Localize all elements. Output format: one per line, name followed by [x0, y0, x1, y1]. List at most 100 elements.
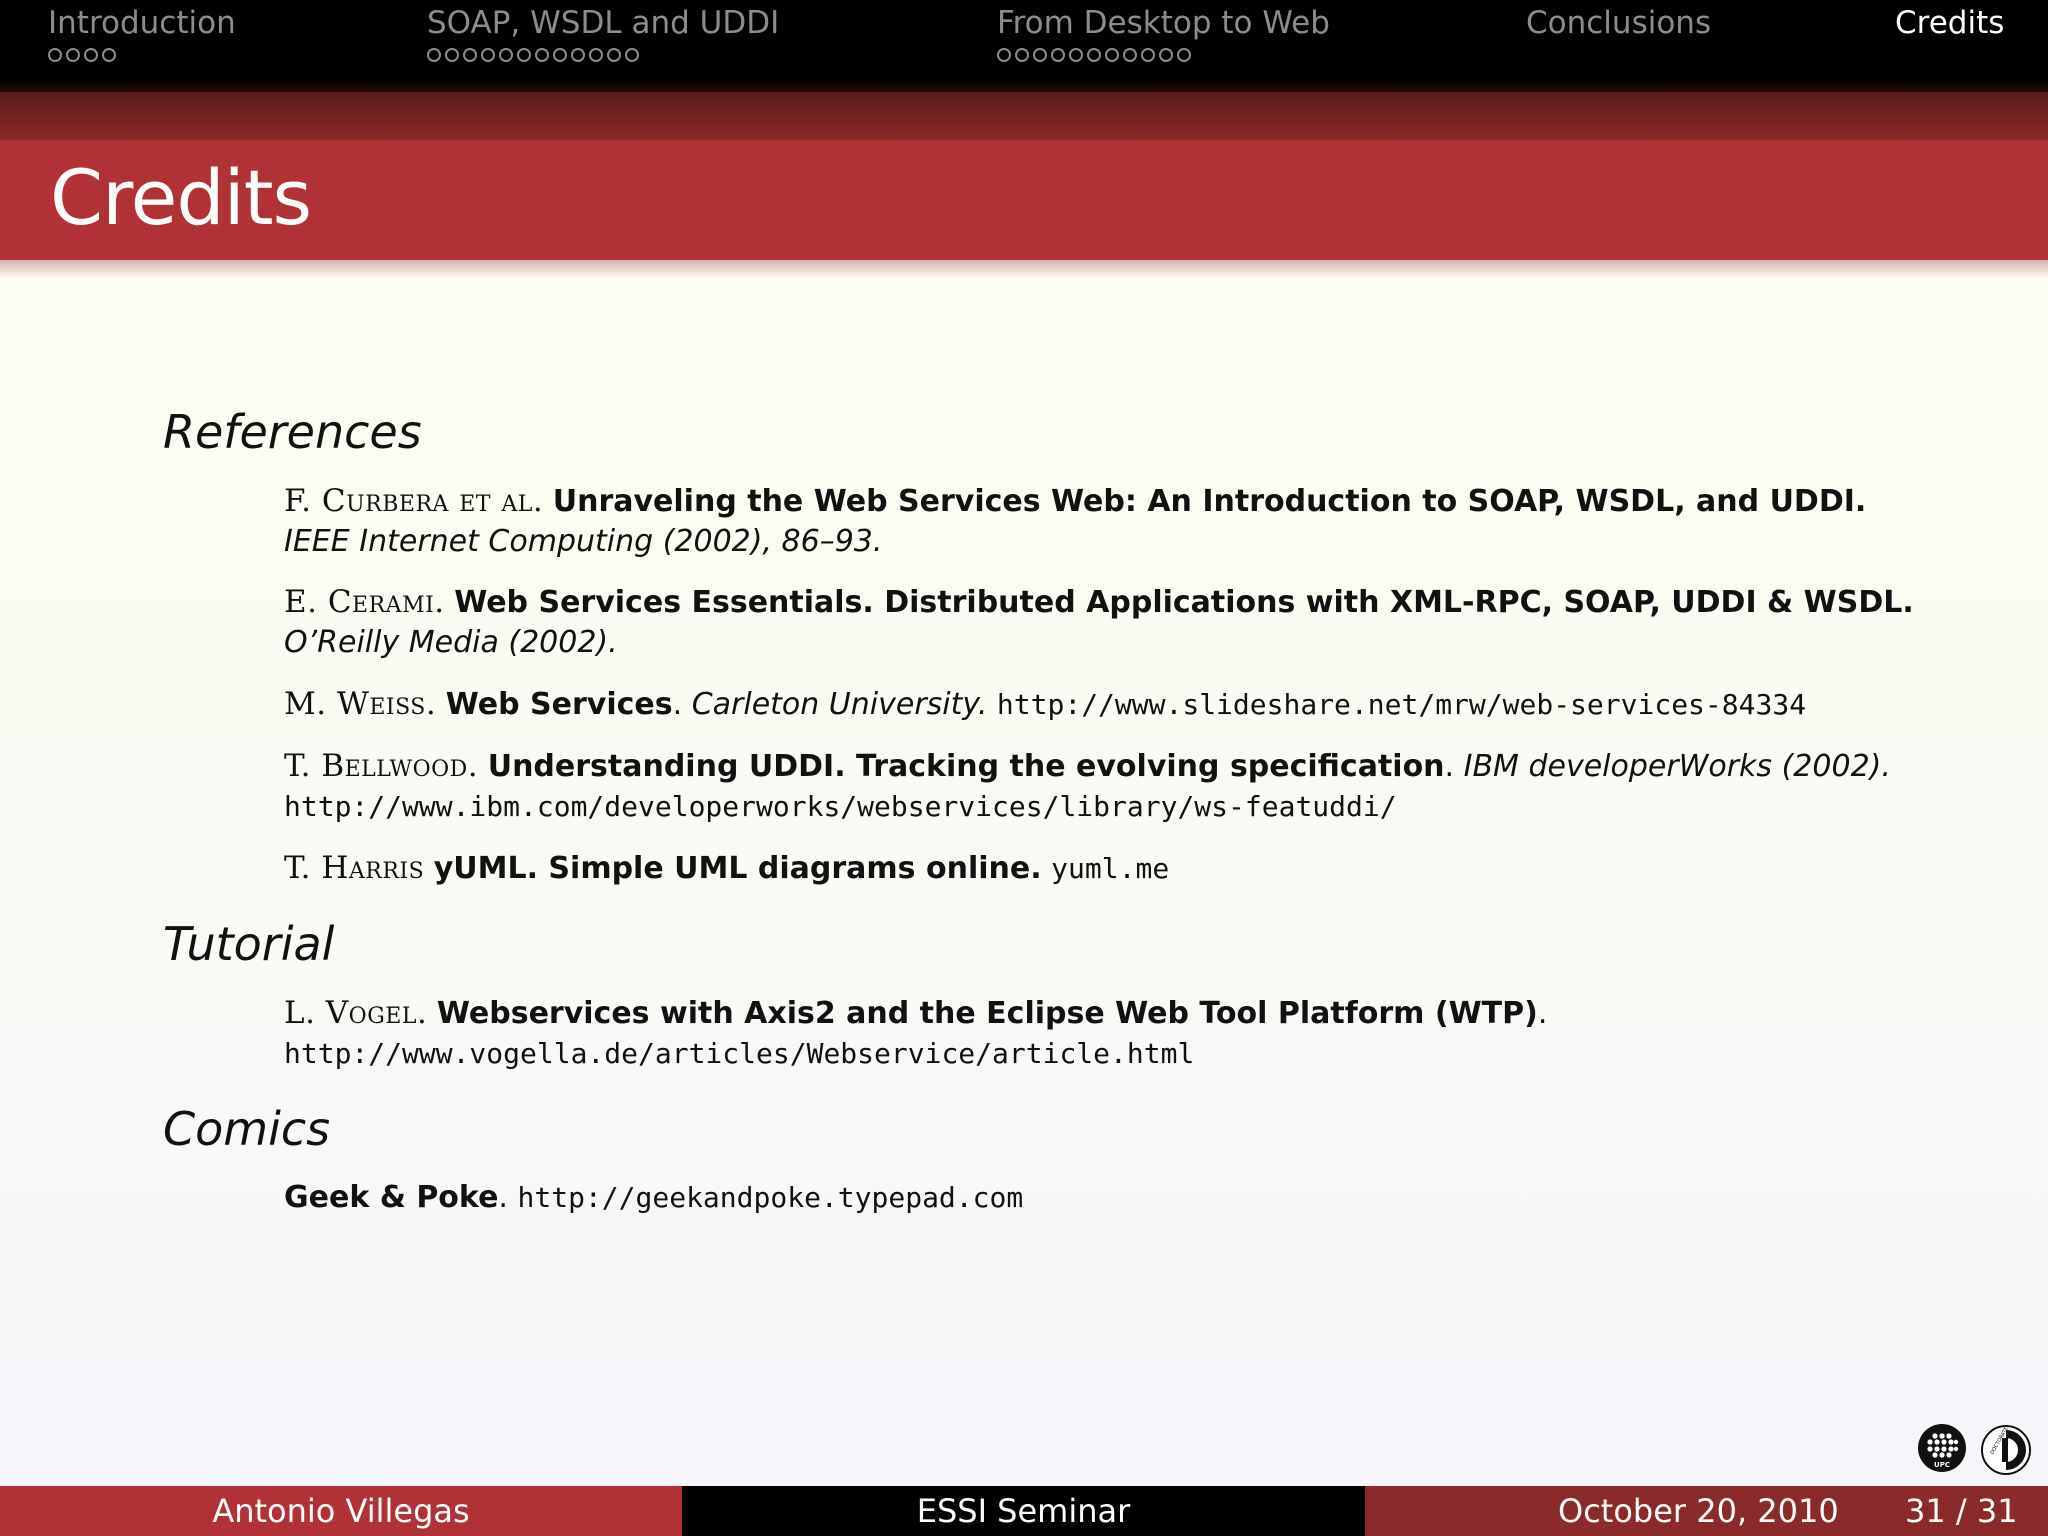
nav-frame-dot[interactable] — [66, 48, 80, 62]
nav-frame-dot[interactable] — [84, 48, 98, 62]
reference-line: L. Vogel. Webservices with Axis2 and the… — [284, 995, 1548, 1031]
nav-frame-dot[interactable] — [1177, 48, 1191, 62]
nav-frame-dot[interactable] — [997, 48, 1011, 62]
footer-author-text: Antonio Villegas — [212, 1492, 470, 1530]
nav-frame-dot[interactable] — [517, 48, 531, 62]
nav-frame-dot[interactable] — [1069, 48, 1083, 62]
nav-frame-dot[interactable] — [625, 48, 639, 62]
nav-frame-dot[interactable] — [1015, 48, 1029, 62]
footer-event-text: ESSI Seminar — [916, 1492, 1131, 1530]
reference-line: T. Harris yUML. Simple UML diagrams onli… — [284, 848, 2024, 889]
title-band-fade — [0, 92, 2048, 140]
nav-frame-dot[interactable] — [1051, 48, 1065, 62]
footer-date-text: October 20, 2010 — [1558, 1492, 1839, 1530]
nav-frame-dot[interactable] — [1123, 48, 1137, 62]
nav-label: Credits — [1895, 5, 2005, 41]
comics-item: Geek & Poke. http://geekandpoke.typepad.… — [284, 1178, 2024, 1218]
nav-frame-dot[interactable] — [427, 48, 441, 62]
reference-item: E. Cerami. Web Services Essentials. Dist… — [284, 582, 2024, 663]
tutorial-title: Webservices with Axis2 and the Eclipse W… — [436, 996, 1538, 1031]
nav-frame-dot[interactable] — [48, 48, 62, 62]
reference-item: T. Harris yUML. Simple UML diagrams onli… — [284, 848, 2024, 889]
nav-frame-dot[interactable] — [463, 48, 477, 62]
reference-line: T. Bellwood. Understanding UDDI. Trackin… — [284, 748, 1891, 784]
reference-line: IEEE Internet Computing (2002), 86–93. — [284, 522, 2024, 562]
reference-title: Unraveling the Web Services Web: An Intr… — [552, 484, 1855, 519]
reference-url-link[interactable]: http://www.ibm.com/developerworks/webser… — [284, 790, 1397, 823]
nav-frame-dot[interactable] — [571, 48, 585, 62]
nav-label: From Desktop to Web — [997, 5, 1330, 41]
nav-frame-dot[interactable] — [535, 48, 549, 62]
comics-title: Geek & Poke — [284, 1180, 499, 1215]
nav-dots — [427, 48, 779, 66]
section-navigation: Introduction SOAP, WSDL and UDDI From De… — [0, 0, 2048, 92]
nav-section-soap-wsdl-uddi[interactable]: SOAP, WSDL and UDDI — [427, 4, 779, 66]
svg-text:UPC: UPC — [1934, 1461, 1950, 1469]
reference-title: Web Services — [445, 687, 673, 722]
nav-frame-dot[interactable] — [553, 48, 567, 62]
reference-venue: IEEE Internet Computing (2002), 86–93. — [284, 524, 883, 559]
nav-frame-dot[interactable] — [445, 48, 459, 62]
references-heading: References — [163, 405, 422, 459]
nav-dots — [48, 48, 236, 66]
nav-frame-dot[interactable] — [499, 48, 513, 62]
reference-author: T. Bellwood. — [284, 748, 479, 784]
nav-dots — [997, 48, 1330, 66]
reference-item: T. Bellwood. Understanding UDDI. Trackin… — [284, 746, 2024, 827]
nav-section-conclusions[interactable]: Conclusions — [1526, 4, 1711, 42]
comics-url-link[interactable]: http://geekandpoke.typepad.com — [518, 1181, 1024, 1214]
reference-item: M. Weiss. Web Services. Carleton Univers… — [284, 684, 2024, 725]
footer-author: Antonio Villegas — [0, 1486, 682, 1536]
tutorial-url-link[interactable]: http://www.vogella.de/articles/Webservic… — [284, 1037, 1194, 1070]
title-band-shadow — [0, 260, 2048, 278]
reference-title-period: . — [1902, 585, 1914, 620]
nav-label: SOAP, WSDL and UDDI — [427, 5, 780, 41]
slide-footer: Antonio Villegas ESSI Seminar October 20… — [0, 1486, 2048, 1536]
reference-line: Geek & Poke. http://geekandpoke.typepad.… — [284, 1180, 1024, 1215]
reference-venue: IBM developerWorks (2002). — [1463, 749, 1891, 784]
nav-frame-dot[interactable] — [481, 48, 495, 62]
nav-label: Conclusions — [1526, 5, 1712, 41]
footer-date-page: October 20, 2010 31 / 31 — [1365, 1486, 2048, 1536]
nav-frame-dot[interactable] — [102, 48, 116, 62]
reference-venue: O’Reilly Media (2002). — [284, 625, 618, 660]
doctorate-logo-icon: DOCTORATE — [1980, 1424, 2032, 1476]
reference-line: http://www.vogella.de/articles/Webservic… — [284, 1034, 2024, 1074]
nav-section-desktop-to-web[interactable]: From Desktop to Web — [997, 4, 1330, 66]
reference-title: yUML. Simple UML diagrams online. — [433, 851, 1042, 886]
reference-author: M. Weiss. — [284, 686, 437, 722]
reference-title-period: . — [1854, 484, 1867, 519]
comics-heading: Comics — [163, 1102, 331, 1156]
nav-frame-dot[interactable] — [1159, 48, 1173, 62]
reference-url-link[interactable]: yuml.me — [1051, 852, 1169, 885]
reference-author: E. Cerami. — [284, 584, 445, 620]
reference-venue: Carleton University. — [691, 687, 988, 722]
reference-line: E. Cerami. Web Services Essentials. Dist… — [284, 582, 2024, 623]
nav-section-credits[interactable]: Credits — [1895, 4, 2004, 42]
tutorial-item: L. Vogel. Webservices with Axis2 and the… — [284, 993, 2024, 1074]
reference-author: F. Curbera et al. — [284, 483, 544, 519]
slide-title: Credits — [50, 153, 312, 242]
nav-frame-dot[interactable] — [1105, 48, 1119, 62]
reference-title: Web Services Essentials. Distributed App… — [454, 585, 1903, 620]
reference-item: F. Curbera et al. Unraveling the Web Ser… — [284, 481, 2024, 562]
nav-frame-dot[interactable] — [607, 48, 621, 62]
nav-frame-dot[interactable] — [1033, 48, 1047, 62]
nav-label: Introduction — [48, 5, 236, 41]
reference-line: F. Curbera et al. Unraveling the Web Ser… — [284, 481, 2024, 522]
nav-frame-dot[interactable] — [589, 48, 603, 62]
reference-author: T. Harris — [284, 850, 425, 886]
reference-url-link[interactable]: http://www.slideshare.net/mrw/web-servic… — [997, 688, 1806, 721]
footer-event: ESSI Seminar — [682, 1486, 1365, 1536]
reference-line: O’Reilly Media (2002). — [284, 623, 2024, 663]
footer-page-number: 31 / 31 — [1905, 1492, 2018, 1530]
nav-frame-dot[interactable] — [1087, 48, 1101, 62]
reference-line: M. Weiss. Web Services. Carleton Univers… — [284, 686, 1807, 722]
reference-line: http://www.ibm.com/developerworks/webser… — [284, 787, 2024, 827]
nav-frame-dot[interactable] — [1141, 48, 1155, 62]
reference-title: Understanding UDDI. Tracking the evolvin… — [487, 749, 1445, 784]
tutorial-author: L. Vogel. — [284, 995, 428, 1031]
tutorial-heading: Tutorial — [163, 917, 335, 971]
nav-section-introduction[interactable]: Introduction — [48, 4, 236, 66]
upc-logo-icon: UPC — [1918, 1424, 1966, 1472]
